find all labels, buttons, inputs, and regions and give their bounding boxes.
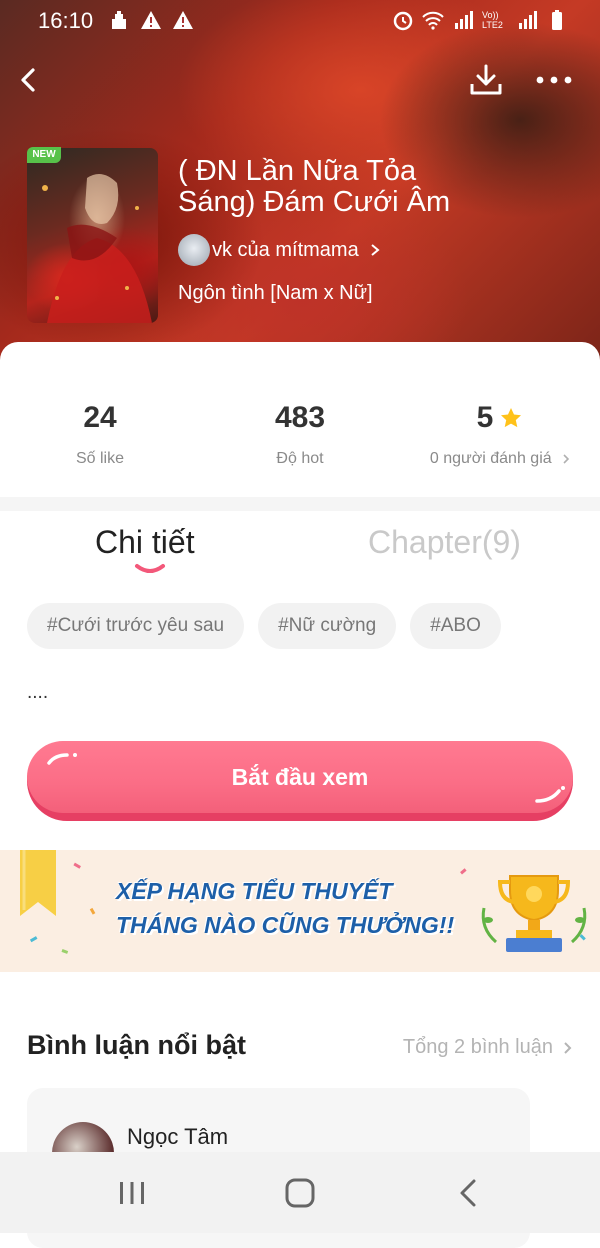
description-text: ....: [27, 682, 49, 703]
more-options-icon[interactable]: [532, 60, 576, 100]
recent-apps-icon[interactable]: [116, 1180, 148, 1206]
wifi-icon: [422, 11, 444, 30]
tab-active-indicator: [135, 564, 165, 573]
comments-total-link[interactable]: Tổng 2 bình luận: [403, 1036, 573, 1059]
status-bar: 16:10 Vo)) LTE2: [0, 0, 600, 40]
hot-label: Độ hot: [276, 450, 324, 467]
stats-row: 24 Số like 483 Độ hot 5 0 người đánh giá: [0, 342, 600, 497]
comments-title: Bình luận nổi bật: [27, 1030, 246, 1060]
book-header: 16:10 Vo)) LTE2 NEW ( ĐN Lần Nữa Tỏa Sán…: [0, 0, 600, 370]
stat-hot: 483 Độ hot: [200, 400, 400, 468]
home-icon[interactable]: [284, 1177, 316, 1209]
new-badge: NEW: [27, 147, 61, 163]
battery-icon: [552, 10, 562, 30]
chevron-right-icon: [371, 244, 380, 256]
network-label: Vo)) LTE2: [482, 10, 503, 30]
signal-icon: [455, 11, 473, 29]
rating-value: 5: [476, 401, 494, 434]
download-icon[interactable]: [466, 60, 506, 100]
comments-header: Bình luận nổi bật Tổng 2 bình luận: [27, 1030, 573, 1066]
start-reading-button[interactable]: Bắt đầu xem: [27, 741, 573, 821]
stat-rating[interactable]: 5 0 người đánh giá: [400, 400, 600, 468]
comments-total-label: Tổng 2 bình luận: [402, 1036, 553, 1058]
alarm-icon: [393, 11, 413, 31]
tag-chip[interactable]: #Cưới trước yêu sau: [27, 603, 245, 649]
system-back-icon[interactable]: [456, 1178, 480, 1208]
warning-icon: [141, 11, 161, 29]
tag-list: #Cưới trước yêu sau #Nữ cường #ABO: [27, 603, 501, 649]
signal-icon: [519, 11, 537, 29]
ranking-banner[interactable]: XẾP HẠNG TIỂU THUYẾT THÁNG NÀO CŨNG THƯỞ…: [0, 850, 600, 972]
likes-label: Số like: [75, 450, 125, 467]
rating-count-label: 0 người đánh giá: [429, 450, 552, 467]
trophy-icon: [481, 875, 587, 952]
book-cover[interactable]: [27, 148, 158, 323]
author-link[interactable]: vk của mítmama: [178, 234, 381, 266]
book-genre: Ngôn tình [Nam x Nữ]: [178, 282, 373, 304]
star-icon: [501, 408, 522, 428]
section-divider: [0, 497, 600, 511]
chevron-right-icon: [563, 454, 570, 464]
author-avatar: [178, 234, 210, 266]
book-title: ( ĐN Lần Nữa Tỏa Sáng) Đám Cưới Âm: [178, 155, 451, 218]
likes-count: 24: [83, 401, 117, 434]
tab-detail[interactable]: Chi tiết: [95, 524, 195, 561]
cover-illustration: [42, 174, 152, 323]
commenter-name: Ngọc Tâm: [127, 1124, 229, 1149]
book-detail-card: 24 Số like 483 Độ hot 5 0 người đánh giá…: [0, 342, 600, 1248]
status-time: 16:10: [38, 8, 94, 33]
tag-chip[interactable]: #Nữ cường: [258, 603, 397, 649]
back-icon[interactable]: [12, 62, 48, 98]
warning-icon: [173, 11, 193, 29]
cleaner-icon: [112, 11, 126, 29]
banner-title: XẾP HẠNG TIỂU THUYẾT: [116, 878, 393, 904]
top-navigation: [0, 58, 600, 102]
system-navigation-bar: [0, 1152, 600, 1233]
stat-likes: 24 Số like: [0, 400, 200, 468]
banner-subtitle: THÁNG NÀO CŨNG THƯỞNG!!: [116, 912, 455, 938]
author-name: vk của mítmama: [212, 238, 359, 261]
chevron-right-icon: [564, 1041, 572, 1054]
tag-chip[interactable]: #ABO: [410, 603, 501, 649]
tab-chapters[interactable]: Chapter(9): [368, 524, 521, 561]
hot-count: 483: [274, 401, 326, 434]
tab-bar: Chi tiết Chapter(9): [0, 512, 600, 582]
start-reading-label: Bắt đầu xem: [231, 764, 369, 790]
